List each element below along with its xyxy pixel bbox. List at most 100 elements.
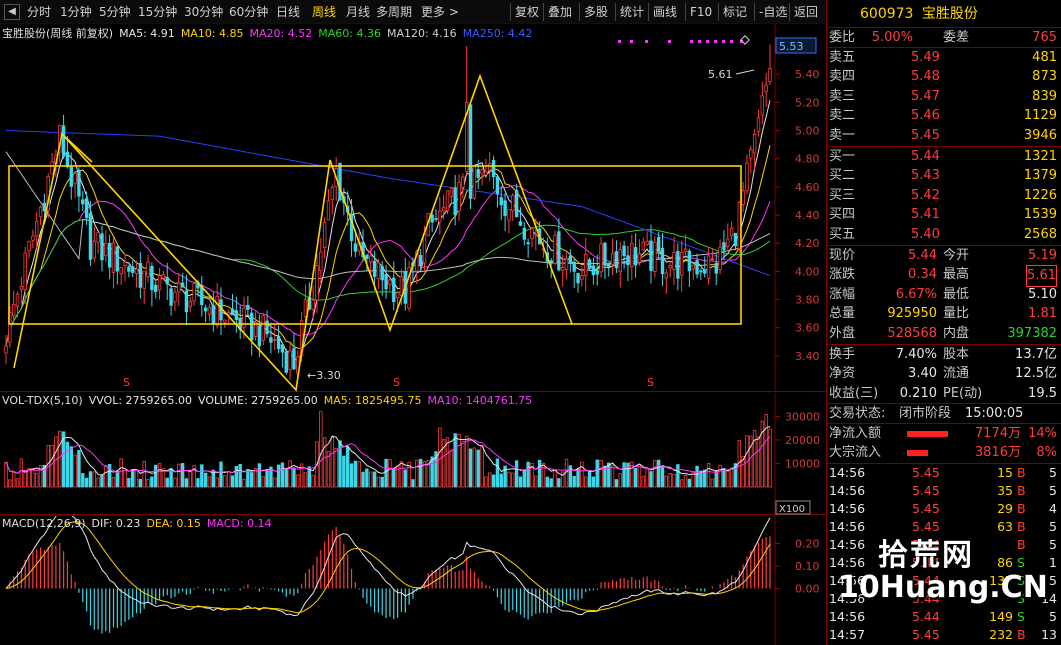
toolbar-separator [789,3,790,21]
volume-bar [100,474,104,488]
volume-bar [288,460,292,488]
tick-row[interactable]: 14:56 5.45 29 B 4 [827,500,1061,518]
volume-bar [280,462,285,488]
tick-row[interactable]: 14:56 5.44 S 14 [827,590,1061,608]
candle-body [157,275,162,291]
legend-item: DEA: 0.15 [146,517,201,530]
candle-body [560,266,565,271]
candle-body [557,231,561,271]
volume-bar [84,477,89,488]
candle-body [173,291,177,303]
volume-bar [31,468,35,488]
volume-bar [461,440,465,488]
candle-body [111,242,116,273]
sell-level-1[interactable]: 卖一 5.45 3946 [827,126,1061,146]
candle-body [422,233,427,264]
stat-value: 0.34 [908,267,937,283]
period-tab-6[interactable]: 日线 [276,2,300,22]
volume-bar [77,449,81,488]
flow-row: 净流入额 7174万 14% [827,424,1061,444]
volume-bar [54,436,58,488]
candle-body [522,227,526,240]
candle-body [564,258,569,270]
kline-chart[interactable]: 5.40 5.20 5.00 4.80 4.60 4.40 4.20 4.00 3.80 3.60… [0,24,826,392]
stat-label: 总量 [829,306,856,322]
toolbar-button-0[interactable]: 复权 [515,2,539,22]
tick-side: S [1017,573,1025,589]
buy-level-3[interactable]: 买三 5.42 1226 [827,186,1061,206]
volume-bar [729,467,734,488]
candle-body [691,264,695,270]
volume-bar [445,437,450,488]
level-volume: 1129 [1023,108,1057,124]
toolbar-button-2[interactable]: 多股 [584,2,608,22]
candle-body [614,251,619,269]
tick-row[interactable]: 14:56 5.44 86 S 1 [827,554,1061,572]
tick-row[interactable]: 14:56 5.45 63 B 5 [827,518,1061,536]
period-tab-1[interactable]: 1分钟 [60,2,92,22]
volume-bar [104,465,108,488]
tick-list[interactable]: 14:56 5.45 15 B 5 14:56 5.45 35 B 5 14:56 5.45 29 B 4 1… [827,464,1061,644]
kline-panel[interactable]: 宝胜股份(周线 前复权) MA5: 4.91 MA10: 4.85 MA20: 4.5… [0,24,826,392]
toolbar-button-5[interactable]: F10 [690,2,712,22]
tick-row[interactable]: 14:56 5.44 B 5 [827,536,1061,554]
period-tab-2[interactable]: 5分钟 [99,2,131,22]
toolbar-button-3[interactable]: 统计 [620,2,644,22]
volume-bar [4,461,8,488]
sell-level-5[interactable]: 卖五 5.49 481 [827,48,1061,68]
tick-time: 14:56 [829,555,866,571]
period-tab-10[interactable]: 更多 > [421,2,459,22]
candle-body [211,305,216,325]
level-price: 5.49 [911,49,940,65]
tick-row[interactable]: 14:56 5.45 15 B 5 [827,464,1061,482]
sell-level-4[interactable]: 卖四 5.48 873 [827,67,1061,87]
toolbar-button-7[interactable]: -自选 [759,2,787,22]
toolbar-button-1[interactable]: 叠加 [548,2,572,22]
volume-chart[interactable]: 30000 20000 10000 X100 [0,393,826,515]
toolbar-separator [543,3,544,21]
volume-bar [8,479,12,488]
toolbar-button-4[interactable]: 画线 [653,2,677,22]
candle-body [372,260,377,277]
candle-body [434,218,438,220]
buy-level-1[interactable]: 买一 5.44 1321 [827,147,1061,167]
panel-toggle-icon[interactable]: ◀ [4,4,20,20]
tick-time: 14:56 [829,519,866,535]
candle-body [672,252,676,271]
volume-panel[interactable]: 30000 20000 10000 X100 VOL-TDX(5,10) VVOL: 2… [0,393,826,515]
buy-level-2[interactable]: 买二 5.43 1379 [827,166,1061,186]
legend-item: VOL-TDX(5,10) [2,394,83,407]
sell-level-3[interactable]: 卖三 5.47 839 [827,87,1061,107]
tick-price: 5.45 [912,483,940,499]
toolbar-button-8[interactable]: 返回 [794,2,818,22]
trade-status-label: 交易状态: [829,406,886,422]
macd-panel[interactable]: 0.20 0.10 0.00 MACD(12,26,9) DIF: 0.23 DEA: … [0,516,826,645]
period-tab-8[interactable]: 月线 [346,2,370,22]
stat-row: 涨幅 6.67% 最低 5.10 [827,285,1061,305]
period-tab-5[interactable]: 60分钟 [229,2,268,22]
tick-count: 5 [1049,573,1057,589]
candle-body [741,190,745,205]
buy-level-5[interactable]: 买五 5.40 2568 [827,225,1061,245]
toolbar-button-6[interactable]: 标记 [723,2,747,22]
tick-row[interactable]: 14:56 5.45 35 B 5 [827,482,1061,500]
candle-body [288,350,292,370]
tick-row[interactable]: 14:57 5.45 232 B 13 [827,626,1061,644]
buy-level-4[interactable]: 买四 5.41 1539 [827,205,1061,225]
candle-body [453,187,457,216]
period-tab-3[interactable]: 15分钟 [138,2,177,22]
period-tab-0[interactable]: 分时 [27,2,51,22]
volume-bar [710,478,715,488]
candle-body [745,162,749,192]
period-tab-4[interactable]: 30分钟 [184,2,223,22]
sell-level-2[interactable]: 卖二 5.46 1129 [827,106,1061,126]
stat-value: 397382 [1007,325,1057,341]
macd-chart[interactable]: 0.20 0.10 0.00 [0,516,826,645]
tick-row[interactable]: 14:56 5.44 149 S 5 [827,608,1061,626]
period-tab-7[interactable]: 周线 [312,2,336,22]
tick-row[interactable]: 14:56 5.44 137 S 5 [827,572,1061,590]
volume-bar [641,475,646,488]
volume-bar [415,459,419,488]
volume-bar [572,476,576,488]
period-tab-9[interactable]: 多周期 [376,2,412,22]
